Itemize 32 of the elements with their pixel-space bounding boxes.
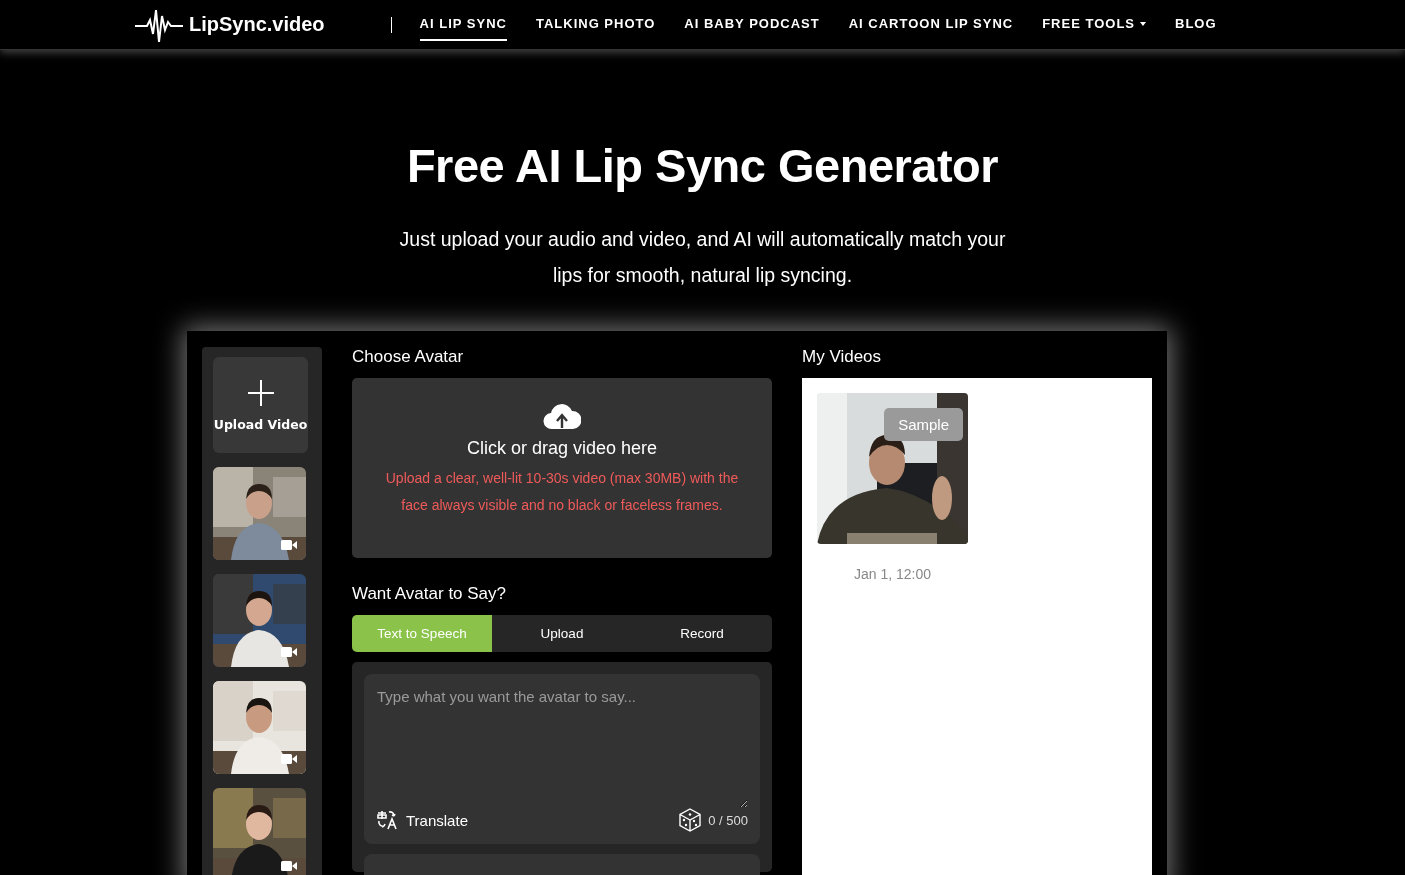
translate-icon	[376, 810, 398, 830]
page-subtitle: Just upload your audio and video, and AI will automatically match your lips for smooth, natural lip syncing.	[398, 227, 1007, 288]
nav-link[interactable]: TALKING PHOTO	[535, 8, 656, 41]
sample-badge: Sample	[884, 408, 963, 441]
speech-tab[interactable]: Record	[632, 615, 772, 652]
drop-zone-title: Click or drag video here	[466, 438, 658, 459]
section-heading: Choose Avatar	[352, 347, 465, 367]
video-drop-zone[interactable]: Click or drag video here Upload a clear, well-lit 10-30s video (max 30MB) with the face always visible and no black or faceless frames.	[352, 378, 772, 558]
caret-icon	[1140, 21, 1146, 26]
dice-icon[interactable]	[678, 808, 703, 832]
video-date: Jan 1, 12:00	[852, 566, 933, 582]
cloud-upload-icon	[543, 402, 581, 430]
upload-hint: Upload a clear, well-lit 10-30s video (max 30MB) with the face always visible and no black or faceless frames.	[384, 469, 740, 515]
nav-link[interactable]: AI BABY PODCAST	[684, 8, 820, 41]
video-camera-icon	[281, 861, 297, 871]
speech-text-area[interactable]: Type what you want the avatar to say... Translate 0 / 500	[364, 674, 760, 844]
video-camera-icon	[281, 540, 297, 550]
translate-button[interactable]: Translate	[376, 810, 468, 830]
speech-tab[interactable]: Upload	[492, 615, 632, 652]
section-heading: Want Avatar to Say?	[352, 584, 508, 604]
section-heading: My Videos	[802, 347, 883, 367]
plus-icon	[246, 378, 275, 407]
video-camera-icon	[281, 647, 297, 657]
site-logo-text[interactable]: LipSync.video	[189, 13, 325, 36]
nav-link[interactable]: BLOG	[1175, 8, 1217, 41]
video-camera-icon	[281, 754, 297, 764]
page-title: Free AI Lip Sync Generator	[405, 138, 1000, 193]
nav-link[interactable]: FREE TOOLS	[1042, 8, 1146, 41]
character-counter: 0 / 500	[708, 812, 748, 828]
nav-link[interactable]: AI CARTOON LIP SYNC	[848, 8, 1014, 41]
upload-video-button[interactable]: Upload Video	[213, 357, 308, 453]
nav-link[interactable]: AI LIP SYNC	[419, 8, 507, 41]
